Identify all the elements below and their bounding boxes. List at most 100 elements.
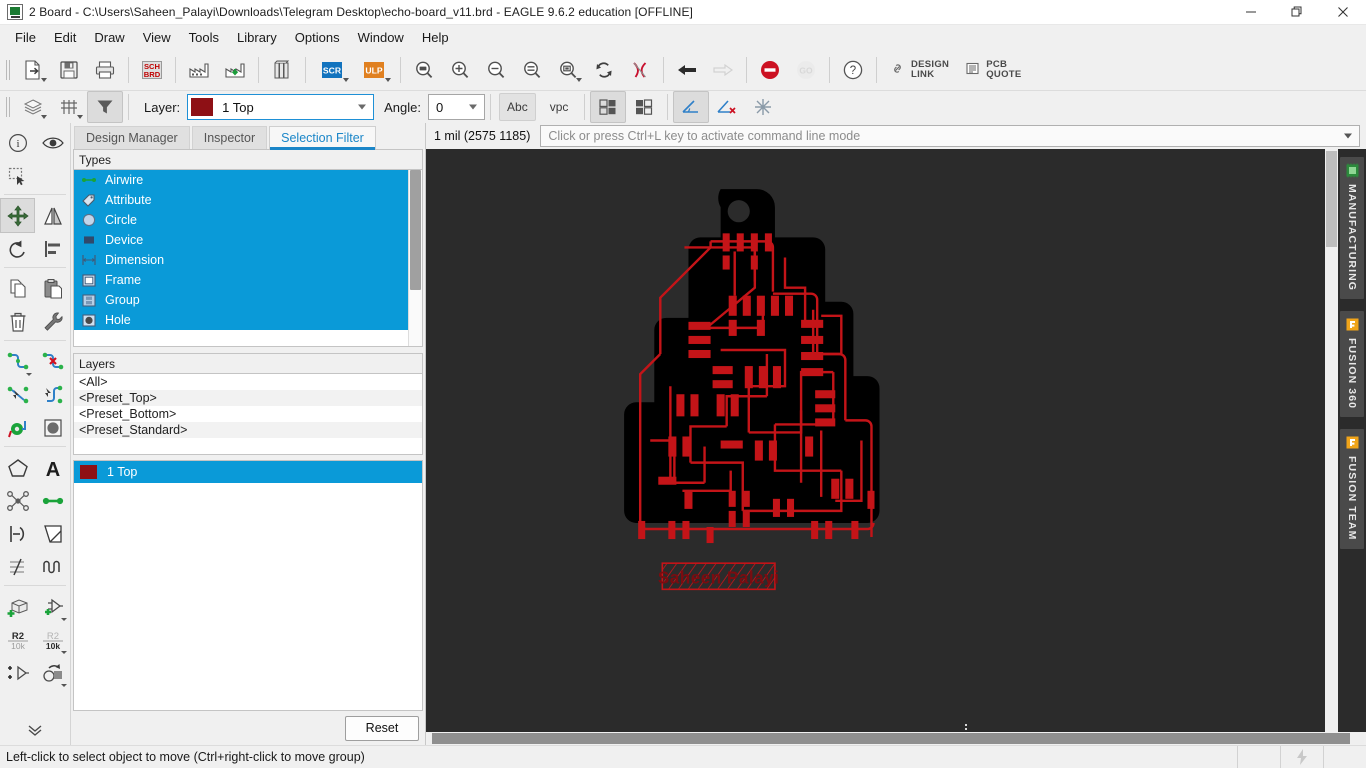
library-manager-button[interactable] (264, 54, 300, 86)
menu-options[interactable]: Options (286, 27, 349, 48)
attribute-tool[interactable]: R2 10k (0, 622, 35, 657)
command-line-input[interactable]: Click or press Ctrl+L key to activate co… (540, 125, 1360, 147)
list-item[interactable]: Hole (74, 310, 422, 330)
list-item[interactable]: Dimension (74, 250, 422, 270)
layer-settings-button[interactable] (15, 91, 51, 123)
chevron-down-icon[interactable] (61, 651, 67, 654)
route-tool[interactable] (0, 344, 35, 379)
menu-view[interactable]: View (134, 27, 180, 48)
run-ulp-button[interactable]: ULP (353, 54, 395, 86)
run-script-button[interactable]: SCR (311, 54, 353, 86)
selection-filter-button[interactable] (87, 91, 123, 123)
tab-selection-filter[interactable]: Selection Filter (269, 126, 376, 150)
zoom-fit-button[interactable] (406, 54, 442, 86)
value-tool[interactable]: R2 10k (35, 622, 70, 657)
rotate-tool[interactable] (0, 231, 35, 266)
pcb-quote-button[interactable]: PCB QUOTE (957, 55, 1029, 85)
list-item[interactable]: Circle (74, 210, 422, 230)
polygon-tool[interactable] (0, 450, 35, 485)
generate-manufacturing-button[interactable] (217, 54, 253, 86)
wire-tool[interactable] (35, 483, 70, 518)
chevron-down-icon[interactable] (41, 115, 47, 119)
add-gate-tool[interactable] (0, 655, 35, 690)
show-tool[interactable] (35, 125, 70, 160)
ripup-tool[interactable] (35, 344, 70, 379)
chevron-down-icon[interactable] (1344, 133, 1352, 139)
chevron-down-icon[interactable] (358, 104, 367, 110)
close-icon[interactable] (1320, 0, 1366, 24)
layer-presets-list[interactable]: <All> <Preset_Top> <Preset_Bottom> <Pres… (73, 373, 423, 455)
redraw-button[interactable] (586, 54, 622, 86)
list-item[interactable]: <All> (74, 374, 422, 390)
group-tool[interactable] (0, 158, 35, 193)
list-item[interactable]: 1 Top (74, 461, 422, 483)
open-file-button[interactable] (15, 54, 51, 86)
scrollbar-thumb[interactable] (432, 733, 1350, 744)
zoom-select-button[interactable] (514, 54, 550, 86)
mirror-tool[interactable] (35, 198, 70, 233)
list-item[interactable]: <Preset_Standard> (74, 422, 422, 438)
chevron-down-icon[interactable] (77, 115, 83, 119)
menu-tools[interactable]: Tools (180, 27, 228, 48)
pcb-canvas[interactable]: Saheen Palayi (426, 149, 1325, 732)
list-item[interactable]: Attribute (74, 190, 422, 210)
chevron-down-icon[interactable] (343, 78, 349, 82)
list-item[interactable]: Frame (74, 270, 422, 290)
menu-help[interactable]: Help (413, 27, 458, 48)
fanout-tool[interactable] (35, 377, 70, 412)
design-link-button[interactable]: DESIGN LINK (882, 55, 957, 85)
cam-processor-button[interactable] (181, 54, 217, 86)
menu-draw[interactable]: Draw (85, 27, 133, 48)
stop-button[interactable] (752, 54, 788, 86)
replace-tool[interactable] (35, 655, 70, 690)
chevron-down-icon[interactable] (385, 78, 391, 82)
reset-button[interactable]: Reset (345, 715, 419, 741)
help-button[interactable]: ? (835, 54, 871, 86)
scrollbar-thumb[interactable] (1326, 151, 1337, 247)
grid-button[interactable] (51, 91, 87, 123)
zoom-in-button[interactable] (442, 54, 478, 86)
list-item[interactable]: <Preset_Top> (74, 390, 422, 406)
print-button[interactable] (87, 54, 123, 86)
list-item[interactable]: Group (74, 290, 422, 310)
canvas-horizontal-scrollbar[interactable] (426, 732, 1366, 745)
autoroute-tool[interactable] (0, 377, 35, 412)
text-tool[interactable]: A (35, 450, 70, 485)
ratsnest-button[interactable] (622, 54, 658, 86)
angle-snap-on-button[interactable] (673, 91, 710, 123)
save-button[interactable] (51, 54, 87, 86)
move-tool[interactable] (0, 198, 35, 233)
change-tool[interactable] (35, 304, 70, 339)
add-package-tool[interactable] (0, 589, 35, 624)
more-tools-button[interactable] (0, 712, 70, 747)
dock-tab-manufacturing[interactable]: MANUFACTURING (1340, 157, 1364, 300)
align-tool[interactable] (35, 231, 70, 266)
zoom-region-button[interactable] (550, 54, 586, 86)
angle-select[interactable]: 0 (428, 94, 486, 120)
toolbar-grip[interactable] (5, 58, 12, 82)
ratsnest-tool[interactable] (0, 483, 35, 518)
display-all-layers-button[interactable] (590, 91, 627, 123)
delete-tool[interactable] (0, 304, 35, 339)
dock-tab-fusion-team[interactable]: FUSION TEAM (1340, 429, 1364, 549)
list-item[interactable]: Airwire (74, 170, 422, 190)
chevron-down-icon[interactable] (469, 104, 478, 110)
types-list[interactable]: Airwire Attribute Circle Device Dimensio… (73, 169, 423, 347)
types-scrollbar[interactable] (408, 170, 422, 346)
snap-point-button[interactable] (745, 91, 781, 123)
split-tool[interactable] (0, 516, 35, 551)
lightning-bolt-icon[interactable] (1280, 746, 1323, 768)
restore-icon[interactable] (1274, 0, 1320, 24)
list-item[interactable]: Device (74, 230, 422, 250)
hide-layers-button[interactable] (626, 91, 662, 123)
paste-tool[interactable] (35, 271, 70, 306)
layer-select[interactable]: 1 Top (187, 94, 375, 120)
info-tool[interactable]: i (0, 125, 35, 160)
smash-tool[interactable] (0, 549, 35, 584)
add-part-tool[interactable] (35, 589, 70, 624)
tab-design-manager[interactable]: Design Manager (74, 126, 190, 149)
chevron-down-icon[interactable] (41, 78, 47, 82)
via-tool[interactable] (0, 410, 35, 445)
toolbar-grip[interactable] (5, 95, 12, 119)
tab-inspector[interactable]: Inspector (191, 126, 268, 149)
